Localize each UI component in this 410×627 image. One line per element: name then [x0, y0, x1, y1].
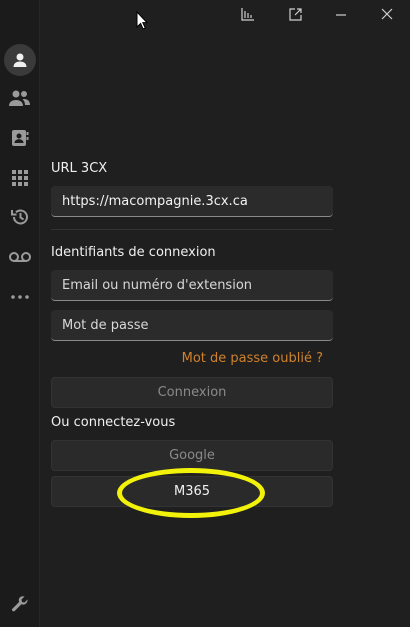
history-icon: [11, 209, 28, 225]
connect-button[interactable]: Connexion: [51, 377, 333, 408]
email-field[interactable]: Email ou numéro d'extension: [51, 270, 333, 301]
divider: [51, 229, 333, 230]
url-label: URL 3CX: [51, 161, 108, 176]
credentials-label: Identifiants de connexion: [51, 245, 216, 260]
forgot-password-link[interactable]: Mot de passe oublié ?: [182, 351, 323, 366]
or-connect-label: Ou connectez-vous: [51, 415, 176, 430]
url-input[interactable]: https://macompagnie.3cx.ca: [51, 186, 333, 217]
m365-button[interactable]: M365: [51, 476, 333, 507]
wrench-icon: [12, 596, 28, 612]
sidebar-item-voicemail[interactable]: [0, 242, 40, 272]
dialpad-icon: [12, 170, 28, 186]
people-icon: [9, 90, 30, 106]
avatar-icon: [4, 44, 36, 76]
sidebar-item-history[interactable]: [0, 202, 40, 232]
settings-button[interactable]: [0, 589, 40, 619]
sidebar-item-contacts[interactable]: [0, 123, 40, 153]
contacts-icon: [12, 130, 29, 146]
voicemail-icon: [9, 252, 31, 262]
password-field[interactable]: Mot de passe: [51, 310, 333, 341]
sidebar-item-people[interactable]: [0, 83, 40, 113]
avatar[interactable]: [0, 44, 40, 76]
login-form: URL 3CX https://macompagnie.3cx.ca Ident…: [40, 0, 410, 627]
sidebar: [0, 0, 40, 627]
sidebar-item-more[interactable]: [0, 282, 40, 312]
google-button[interactable]: Google: [51, 440, 333, 471]
sidebar-item-dialpad[interactable]: [0, 163, 40, 193]
more-icon: [11, 295, 29, 299]
